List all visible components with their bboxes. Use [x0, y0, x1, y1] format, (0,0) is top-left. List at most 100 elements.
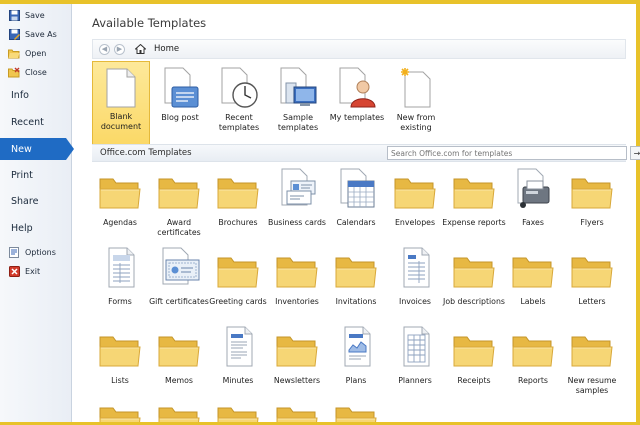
folder-icon — [569, 246, 615, 288]
options-label: Options — [25, 247, 56, 257]
template-forms-label: Forms — [108, 297, 132, 306]
save-as-label: Save As — [25, 29, 57, 39]
template-invitations-label: Invitations — [335, 297, 377, 306]
template-new-from-existing[interactable]: New from existing — [387, 61, 445, 147]
options-command[interactable]: Options — [8, 244, 70, 260]
tab-info[interactable]: Info — [0, 84, 72, 106]
tab-help-label: Help — [11, 222, 33, 234]
folder-icon — [267, 404, 327, 422]
template-invoices-label: Invoices — [399, 297, 431, 306]
template-blank-document[interactable]: Blank document — [92, 61, 150, 147]
close-folder-icon — [8, 66, 20, 78]
template-calendars-label: Calendars — [336, 218, 376, 227]
window-frame-right — [636, 0, 640, 425]
template-faxes[interactable]: Faxes — [503, 167, 563, 241]
template-new-resume-samples[interactable]: New resume samples — [562, 325, 622, 399]
template-flyers[interactable]: Flyers — [562, 167, 622, 241]
page-title: Available Templates — [92, 16, 207, 30]
template-agendas[interactable]: Agendas — [90, 167, 150, 241]
template-letters[interactable]: Letters — [562, 246, 622, 320]
fax-icon — [510, 167, 556, 209]
blog-post-icon — [164, 67, 199, 108]
template-sample-templates-label: Sample templates — [277, 113, 319, 132]
breadcrumb-home[interactable]: Home — [154, 44, 179, 54]
save-as-command[interactable]: Save As — [8, 26, 70, 42]
folder-icon — [451, 246, 497, 288]
template-blog-post-label: Blog post — [161, 113, 199, 122]
new-from-existing-icon — [401, 68, 431, 108]
template-gift-certificates[interactable]: Gift certificates — [149, 246, 209, 320]
tab-recent-label: Recent — [11, 116, 44, 128]
plans-doc-icon — [333, 325, 379, 367]
template-invitations[interactable]: Invitations — [326, 246, 386, 320]
save-command[interactable]: Save — [8, 7, 70, 23]
forward-arrow-icon[interactable]: ▶ — [114, 43, 125, 55]
template-greeting-cards[interactable]: Greeting cards — [208, 246, 268, 320]
template-expense-reports[interactable]: Expense reports — [442, 167, 506, 241]
office-search-input[interactable] — [387, 146, 627, 160]
tab-recent[interactable]: Recent — [0, 111, 72, 133]
folder-icon — [569, 325, 615, 367]
folder-icon — [215, 246, 261, 288]
template-memos[interactable]: Memos — [149, 325, 209, 399]
template-forms[interactable]: Forms — [90, 246, 150, 320]
template-invoices[interactable]: Invoices — [385, 246, 445, 320]
close-command[interactable]: Close — [8, 64, 70, 80]
exit-command[interactable]: Exit — [8, 263, 70, 279]
close-label: Close — [25, 67, 47, 77]
folder-icon — [156, 167, 202, 209]
template-award-certificates[interactable]: Award certificates — [149, 167, 209, 241]
folder-icon — [451, 167, 497, 209]
tab-share[interactable]: Share — [0, 190, 72, 212]
template-job-descriptions[interactable]: Job descriptions — [443, 246, 505, 320]
template-recent-templates-label: Recent templates — [218, 113, 260, 132]
home-icon[interactable] — [135, 44, 146, 54]
template-sample-templates[interactable]: Sample templates — [269, 61, 327, 147]
template-reports[interactable]: Reports — [503, 325, 563, 399]
tab-help[interactable]: Help — [0, 217, 72, 239]
template-brochures[interactable]: Brochures — [208, 167, 268, 241]
template-lists[interactable]: Lists — [90, 325, 150, 399]
template-calendars[interactable]: Calendars — [326, 167, 386, 241]
template-plans[interactable]: Plans — [326, 325, 386, 399]
template-my-templates[interactable]: My templates — [328, 61, 386, 147]
template-envelopes-label: Envelopes — [394, 218, 436, 227]
open-command[interactable]: Open — [8, 45, 70, 61]
template-envelopes[interactable]: Envelopes — [385, 167, 445, 241]
template-receipts-label: Receipts — [457, 376, 491, 385]
tab-new[interactable]: New — [0, 138, 74, 160]
folder-icon — [392, 167, 438, 209]
folder-icon — [510, 325, 556, 367]
template-business-cards[interactable]: Business cards — [267, 167, 327, 241]
form-doc-icon — [97, 246, 143, 288]
template-blog-post[interactable]: Blog post — [151, 61, 209, 147]
template-labels-label: Labels — [520, 297, 546, 306]
template-newsletters[interactable]: Newsletters — [267, 325, 327, 399]
template-my-templates-label: My templates — [329, 113, 385, 122]
tab-print[interactable]: Print — [0, 164, 72, 186]
template-greeting-cards-label: Greeting cards — [209, 297, 267, 306]
folder-icon — [451, 325, 497, 367]
folder-icon — [326, 404, 386, 422]
sample-templates-icon — [280, 67, 317, 106]
template-minutes[interactable]: Minutes — [208, 325, 268, 399]
business-cards-icon — [274, 167, 320, 209]
template-new-resume-samples-label: New resume samples — [567, 376, 617, 395]
template-labels[interactable]: Labels — [503, 246, 563, 320]
template-inventories[interactable]: Inventories — [267, 246, 327, 320]
exit-icon — [8, 265, 20, 277]
search-go-button[interactable]: → — [630, 146, 640, 160]
template-recent-templates[interactable]: Recent templates — [210, 61, 268, 147]
template-receipts[interactable]: Receipts — [444, 325, 504, 399]
open-label: Open — [25, 48, 47, 58]
template-planners[interactable]: Planners — [385, 325, 445, 399]
template-expense-reports-label: Expense reports — [442, 218, 506, 227]
template-inventories-label: Inventories — [275, 297, 319, 306]
back-arrow-icon[interactable]: ◀ — [99, 43, 110, 55]
new-document-pane: Available Templates ◀ ▶ Home Blank docum… — [73, 4, 640, 422]
template-blank-document-label: Blank document — [100, 112, 142, 131]
template-lists-label: Lists — [111, 376, 129, 385]
template-memos-label: Memos — [165, 376, 193, 385]
template-new-from-existing-label: New from existing — [396, 113, 436, 132]
folder-icon — [274, 325, 320, 367]
